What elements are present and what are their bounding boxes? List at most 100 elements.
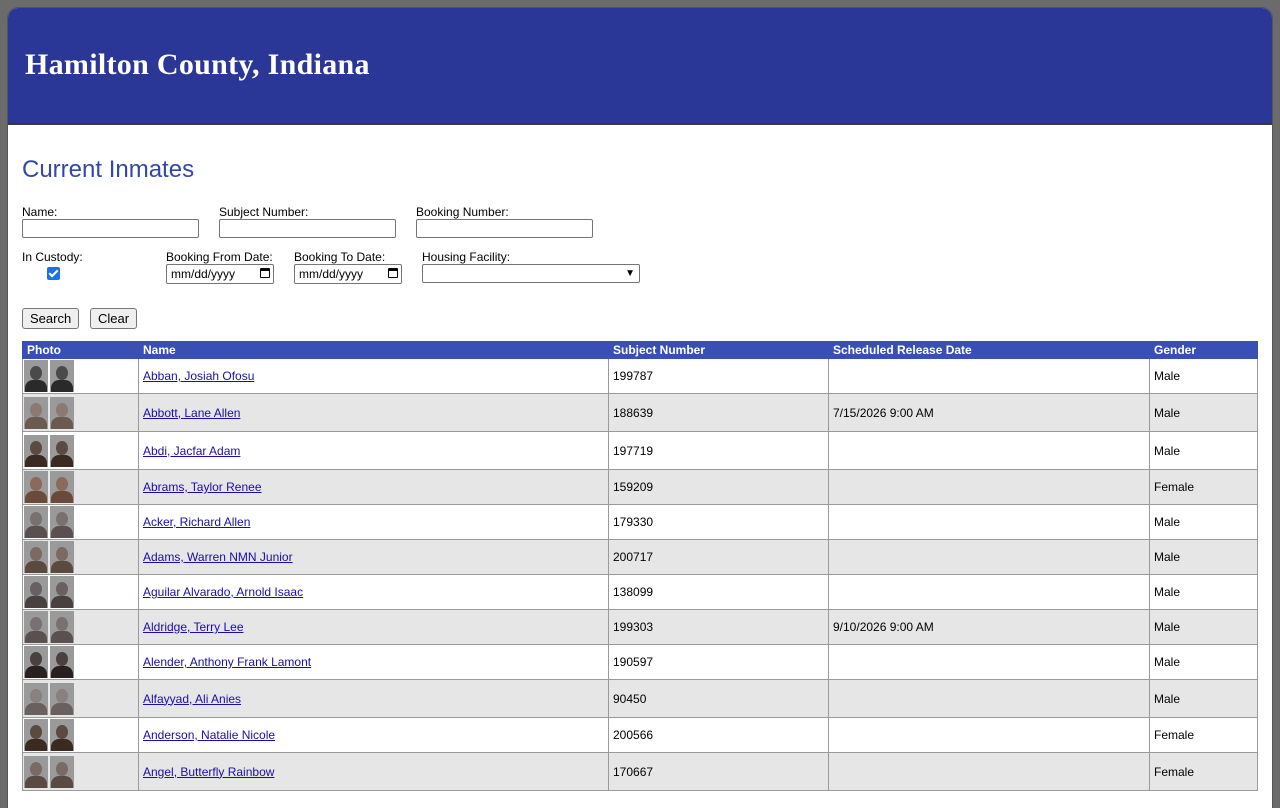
release-date-cell bbox=[828, 574, 1150, 610]
name-cell: Abban, Josiah Ofosu bbox=[138, 358, 609, 394]
photo-cell[interactable] bbox=[22, 469, 139, 505]
subject-number-label: Subject Number: bbox=[219, 205, 309, 219]
name-label: Name: bbox=[22, 205, 58, 219]
photo-cell[interactable] bbox=[22, 393, 139, 432]
inmate-name-link[interactable]: Acker, Richard Allen bbox=[143, 515, 250, 529]
gender-cell: Male bbox=[1149, 539, 1258, 575]
mugshot-profile-image bbox=[50, 682, 74, 715]
mugshot-profile-image bbox=[50, 719, 74, 751]
in-custody-label: In Custody: bbox=[22, 250, 83, 264]
booking-from-label: Booking From Date: bbox=[166, 250, 273, 264]
housing-facility-label: Housing Facility: bbox=[422, 250, 511, 264]
subject-number-cell: 199787 bbox=[608, 358, 829, 394]
booking-to-placeholder: mm/dd/yyyy bbox=[299, 267, 364, 281]
mugshot-profile-image bbox=[50, 646, 74, 678]
table-row: Anderson, Natalie Nicole 200566 Female bbox=[22, 717, 1258, 753]
column-header-photo: Photo bbox=[22, 341, 139, 359]
mugshot-profile-image bbox=[50, 611, 74, 643]
photo-cell[interactable] bbox=[22, 539, 139, 575]
mugshot-front-image bbox=[24, 682, 48, 715]
calendar-icon[interactable] bbox=[260, 268, 270, 278]
name-cell: Acker, Richard Allen bbox=[138, 504, 609, 540]
inmate-name-link[interactable]: Abdi, Jacfar Adam bbox=[143, 444, 240, 458]
subject-number-cell: 138099 bbox=[608, 574, 829, 610]
release-date-cell bbox=[828, 539, 1150, 575]
table-row: Adams, Warren NMN Junior 200717 Male bbox=[22, 539, 1258, 575]
name-input[interactable] bbox=[22, 219, 199, 238]
column-header-name: Name bbox=[138, 341, 609, 359]
calendar-icon[interactable] bbox=[388, 268, 398, 278]
gender-cell: Male bbox=[1149, 431, 1258, 470]
gender-cell: Male bbox=[1149, 504, 1258, 540]
inmate-name-link[interactable]: Anderson, Natalie Nicole bbox=[143, 728, 275, 742]
inmate-name-link[interactable]: Aguilar Alvarado, Arnold Isaac bbox=[143, 585, 303, 599]
inmate-name-link[interactable]: Abbott, Lane Allen bbox=[143, 406, 240, 420]
photo-cell[interactable] bbox=[22, 358, 139, 394]
inmate-name-link[interactable]: Adams, Warren NMN Junior bbox=[143, 550, 293, 564]
photo-cell[interactable] bbox=[22, 574, 139, 610]
release-date-cell bbox=[828, 358, 1150, 394]
gender-cell: Male bbox=[1149, 644, 1258, 680]
mugshot-front-image bbox=[24, 719, 48, 751]
subject-number-cell: 199303 bbox=[608, 609, 829, 645]
release-date-cell bbox=[828, 431, 1150, 470]
mugshot-front-image bbox=[24, 471, 48, 503]
photo-cell[interactable] bbox=[22, 644, 139, 680]
subject-number-input[interactable] bbox=[219, 219, 396, 238]
column-header-gender: Gender bbox=[1149, 341, 1258, 359]
table-row: Alfayyad, Ali Anies 90450 Male bbox=[22, 679, 1258, 718]
table-row: Alender, Anthony Frank Lamont 190597 Male bbox=[22, 644, 1258, 680]
housing-facility-select[interactable]: ▼ bbox=[422, 264, 640, 283]
mugshot-front-image bbox=[24, 360, 48, 392]
column-header-subject-number: Subject Number bbox=[608, 341, 829, 359]
release-date-cell bbox=[828, 644, 1150, 680]
name-cell: Abdi, Jacfar Adam bbox=[138, 431, 609, 470]
inmate-name-link[interactable]: Abrams, Taylor Renee bbox=[143, 480, 262, 494]
mugshot-front-image bbox=[24, 576, 48, 608]
table-row: Angel, Butterfly Rainbow 170667 Female bbox=[22, 752, 1258, 791]
search-button[interactable]: Search bbox=[22, 308, 80, 329]
table-row: Abdi, Jacfar Adam 197719 Male bbox=[22, 431, 1258, 470]
name-cell: Adams, Warren NMN Junior bbox=[138, 539, 609, 575]
mugshot-profile-image bbox=[50, 434, 74, 467]
booking-from-date-input[interactable]: mm/dd/yyyy bbox=[166, 264, 274, 284]
booking-number-input[interactable] bbox=[416, 219, 593, 238]
photo-cell[interactable] bbox=[22, 717, 139, 753]
mugshot-front-image bbox=[24, 396, 48, 429]
in-custody-checkbox[interactable] bbox=[47, 267, 60, 280]
booking-to-date-input[interactable]: mm/dd/yyyy bbox=[294, 264, 402, 284]
name-cell: Angel, Butterfly Rainbow bbox=[138, 752, 609, 791]
release-date-cell bbox=[828, 679, 1150, 718]
mugshot-profile-image bbox=[50, 396, 74, 429]
name-cell: Alender, Anthony Frank Lamont bbox=[138, 644, 609, 680]
mugshot-front-image bbox=[24, 755, 48, 788]
subject-number-cell: 159209 bbox=[608, 469, 829, 505]
page-title: Current Inmates bbox=[22, 156, 195, 183]
table-row: Abrams, Taylor Renee 159209 Female bbox=[22, 469, 1258, 505]
subject-number-cell: 179330 bbox=[608, 504, 829, 540]
booking-number-label: Booking Number: bbox=[416, 205, 509, 219]
clear-button[interactable]: Clear bbox=[90, 308, 138, 329]
inmate-name-link[interactable]: Alender, Anthony Frank Lamont bbox=[143, 655, 311, 669]
name-cell: Alfayyad, Ali Anies bbox=[138, 679, 609, 718]
inmate-name-link[interactable]: Aldridge, Terry Lee bbox=[143, 620, 244, 634]
release-date-cell bbox=[828, 504, 1150, 540]
photo-cell[interactable] bbox=[22, 609, 139, 645]
gender-cell: Female bbox=[1149, 469, 1258, 505]
inmate-name-link[interactable]: Alfayyad, Ali Anies bbox=[143, 692, 241, 706]
photo-cell[interactable] bbox=[22, 431, 139, 470]
gender-cell: Female bbox=[1149, 717, 1258, 753]
gender-cell: Male bbox=[1149, 679, 1258, 718]
site-header: Hamilton County, Indiana bbox=[8, 8, 1272, 125]
subject-number-cell: 188639 bbox=[608, 393, 829, 432]
chevron-down-icon: ▼ bbox=[625, 268, 635, 279]
photo-cell[interactable] bbox=[22, 504, 139, 540]
subject-number-cell: 190597 bbox=[608, 644, 829, 680]
gender-cell: Male bbox=[1149, 358, 1258, 394]
booking-from-placeholder: mm/dd/yyyy bbox=[171, 267, 236, 281]
inmate-name-link[interactable]: Abban, Josiah Ofosu bbox=[143, 369, 254, 383]
inmate-name-link[interactable]: Angel, Butterfly Rainbow bbox=[143, 765, 274, 779]
photo-cell[interactable] bbox=[22, 752, 139, 791]
photo-cell[interactable] bbox=[22, 679, 139, 718]
name-cell: Abbott, Lane Allen bbox=[138, 393, 609, 432]
